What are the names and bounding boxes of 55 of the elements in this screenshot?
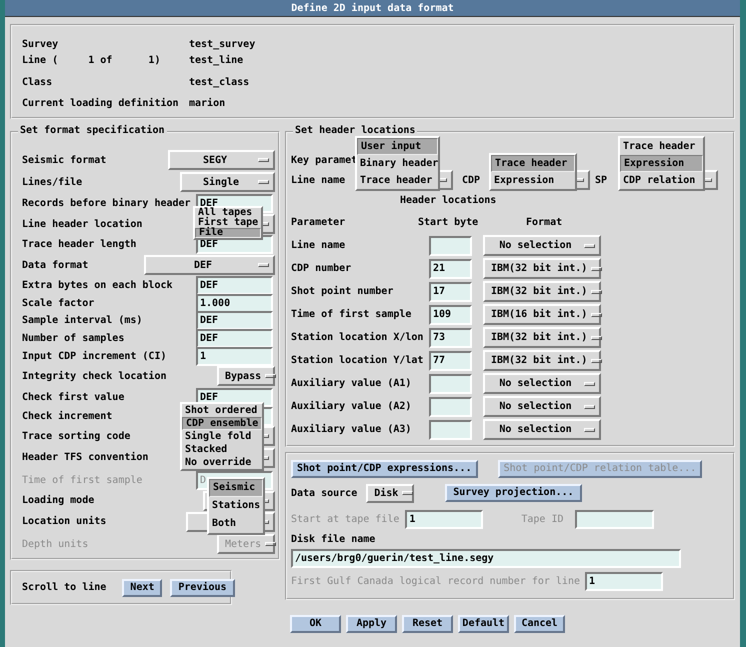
info-label: Line ( 1 of 1): [22, 54, 162, 66]
field-label: Trace sorting code: [22, 430, 130, 442]
column-header: Parameter: [291, 217, 346, 228]
field-label: Seismic format: [22, 154, 106, 166]
field-label: Tape ID: [521, 514, 564, 525]
window-title: Define 2D input data format: [5, 0, 740, 17]
field-label: Check increment: [22, 411, 112, 422]
field-label: Number of samples: [22, 332, 124, 344]
info-label: Class: [22, 76, 54, 88]
parameter-label: Auxiliary value (A1): [291, 378, 412, 389]
field-label: First Gulf Canada logical record number for line: [291, 576, 580, 586]
parameter-label: Station location Y/lat: [291, 355, 424, 366]
info-value: marion: [189, 98, 226, 108]
section-title: Set format specification: [20, 125, 164, 136]
field-label: Trace header length: [22, 239, 136, 250]
parameter-label: CDP number: [291, 263, 352, 274]
push-button: Shot point/CDP relation table...: [498, 460, 702, 478]
field-label: Disk file name: [291, 534, 376, 544]
parameter-label: Station location X/lon: [291, 332, 424, 343]
column-header: Start byte: [418, 217, 480, 228]
field-label: Check first value: [22, 392, 124, 402]
parameter-label: Auxiliary value (A3): [291, 424, 412, 435]
info-value: test_survey: [189, 38, 256, 50]
field-label: Sample interval (ms): [22, 315, 142, 326]
field-label: Lines/file: [22, 176, 82, 188]
field-label: Scroll to line: [22, 582, 106, 593]
info-value: test_class: [189, 76, 250, 88]
info-value: test_line: [189, 54, 244, 66]
info-label: Survey: [22, 38, 60, 50]
parameter-label: Line name: [291, 240, 346, 251]
field-label: Records before binary header: [22, 198, 191, 209]
field-label: Input CDP increment (CI): [22, 350, 166, 362]
parameter-label: Auxiliary value (A2): [291, 401, 412, 412]
table-title: Header locations: [399, 194, 498, 208]
column-header: Format: [526, 217, 564, 228]
field-label: Extra bytes on each block: [22, 280, 173, 290]
field-label: Data source: [291, 488, 358, 498]
field-label: Scale factor: [22, 298, 94, 309]
field-label: CDP: [462, 174, 482, 186]
info-label: Current loading definition: [22, 98, 180, 108]
field-label: Loading mode: [22, 495, 94, 506]
field-label: Key paramet: [291, 154, 358, 166]
field-label: Start at tape file: [291, 514, 400, 525]
field-label: Header TFS convention: [22, 452, 148, 463]
field-label: Time of first sample: [22, 474, 142, 486]
field-label: Depth units: [22, 538, 88, 550]
field-label: SP: [595, 174, 608, 186]
field-label: Line name: [291, 174, 346, 186]
parameter-label: Shot point number: [291, 286, 394, 297]
field-label: Data format: [22, 260, 88, 270]
parameter-label: Time of first sample: [291, 309, 412, 320]
field-label: Line header location: [22, 218, 142, 230]
field-label: Location units: [22, 516, 106, 527]
field-label: Integrity check location: [22, 370, 166, 382]
section-title: Set header locations: [295, 125, 416, 136]
